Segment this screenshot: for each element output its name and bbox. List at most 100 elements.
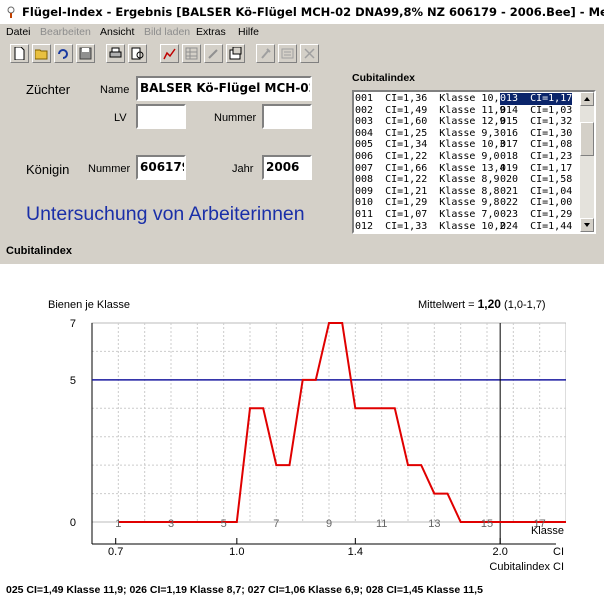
y-tick-label: 0 [70,517,76,529]
save-button[interactable] [76,44,95,63]
menu-hilfe[interactable]: Hilfe [238,24,259,40]
chart-svg: 0571 3 5 7 9 11 13 15 170.7 1.0 1.4 2.0Bienen je Kl… [48,297,566,570]
zuechter-label: Züchter [26,82,71,97]
scroll-down-arrow-icon[interactable] [580,218,594,232]
settings-button[interactable] [226,44,245,63]
y-axis-label: Bienen je Klasse [48,299,130,311]
cubitalindex-chart: 0 5 7 1 3 5 7 9 11 13 15 17 0.7 1.0 1.4 2.0 Bienen je Kl… [0,264,566,570]
edit-icon [208,49,218,59]
ci-tick-label: 0.7 [108,546,123,558]
cubitalindex-column-2: 013 CI=1,17 014 CI=1,03 015 CI=1,32 016 CI=… [500,93,573,233]
cubitalindex-list-item[interactable]: 020 CI=1,58 [500,174,572,186]
cubitalindex-list-item[interactable]: 001 CI=1,36 Klasse 10,6 [355,93,506,105]
table-icon [185,47,198,60]
cubitalindex-list-item[interactable]: 014 CI=1,03 [500,105,572,117]
cubitalindex-list-item[interactable]: 002 CI=1,49 Klasse 11,9 [355,105,506,117]
class-tick-label: 7 [273,518,279,530]
tool-button[interactable] [256,44,275,63]
class-tick-label: 11 [376,518,387,530]
new-file-button[interactable] [10,44,29,63]
cubitalindex-list-item[interactable]: 006 CI=1,22 Klasse 9,0 [355,151,506,163]
menu-extras[interactable]: Extras [196,24,226,40]
cubitalindex-list-item[interactable]: 015 CI=1,32 [500,116,572,128]
save-icon [79,47,92,60]
mean-value: 1,20 [478,297,502,311]
mean-range: (1,0-1,7) [501,299,546,311]
cubitalindex-list-item[interactable]: 004 CI=1,25 Klasse 9,3 [355,128,506,140]
edit-button[interactable] [204,44,223,63]
cubitalindex-list-item[interactable]: 011 CI=1,07 Klasse 7,0 [355,209,506,221]
ci-tick-label: 1.0 [229,546,244,558]
cubitalindex-list-item[interactable]: 016 CI=1,30 [500,128,572,140]
menu-ansicht[interactable]: Ansicht [100,24,134,40]
name-label: Name [100,84,130,96]
class-tick-label: 1 [115,518,121,530]
cubitalindex-listbox[interactable]: 001 CI=1,36 Klasse 10,6 002 CI=1,49 Klass… [352,90,596,234]
cubitalindex-list-label: Cubitalindex [352,72,416,84]
cubitalindex-list-item[interactable]: 021 CI=1,04 [500,186,572,198]
jahr-label: Jahr [232,163,254,175]
cubitalindex-list-item[interactable]: 019 CI=1,17 [500,163,572,175]
class-tick-label: 15 [481,518,493,530]
refresh-icon [58,49,68,59]
class-tick-label: 5 [221,518,227,530]
print-preview-icon [131,47,144,60]
ci-tick-label: 1.4 [348,546,363,558]
class-tick-label: 9 [326,518,332,530]
menu-bild-laden[interactable]: Bild laden [144,24,190,40]
cubitalindex-list-item[interactable]: 010 CI=1,29 Klasse 9,8 [355,197,506,209]
y-tick-label: 5 [70,375,76,387]
open-folder-icon [35,49,48,60]
name-field[interactable]: BALSER Kö-Flügel MCH-02 D [136,76,312,101]
listbox-scrollbar[interactable] [580,92,594,232]
scroll-up-arrow-icon[interactable] [580,92,594,106]
cubitalindex-list-item[interactable]: 024 CI=1,44 [500,221,572,233]
koenigin-label: Königin [26,162,70,177]
nummer-field[interactable] [262,104,312,129]
scrollbar-thumb[interactable] [580,122,594,156]
examination-heading: Untersuchung von Arbeiterinnen [26,203,305,225]
lv-label: LV [114,112,127,124]
table-button[interactable] [182,44,201,63]
mean-prefix: Mittelwert = [418,299,478,311]
cubitalindex-list-item[interactable]: 007 CI=1,66 Klasse 13,4 [355,163,506,175]
cubitalindex-list-item[interactable]: 023 CI=1,29 [500,209,572,221]
main-window: Flügel-Index - Ergebnis [BALSER Kö-Flüge… [0,0,604,264]
ci-axis-label: CI [553,546,564,558]
chart-button[interactable] [160,44,179,63]
new-file-icon [14,47,25,60]
print-preview-button[interactable] [128,44,147,63]
cubitalindex-list-item[interactable]: 003 CI=1,60 Klasse 12,9 [355,116,506,128]
open-button[interactable] [32,44,51,63]
chart-section-label: Cubitalindex [6,245,73,257]
koenigin-nummer-label: Nummer [88,163,131,175]
lv-field[interactable] [136,104,186,129]
cubitalindex-list-item[interactable]: 009 CI=1,21 Klasse 8,8 [355,186,506,198]
window-button[interactable] [278,44,297,63]
menu-datei[interactable]: Datei [6,24,31,40]
cubitalindex-list-item[interactable]: 018 CI=1,23 [500,151,572,163]
close-icon [304,48,315,59]
print-button[interactable] [106,44,125,63]
bee-app-icon [4,3,18,18]
menu-bearbeiten[interactable]: Bearbeiten [40,24,91,40]
cubitalindex-list-item[interactable]: 017 CI=1,08 [500,139,572,151]
cubitalindex-list-item[interactable]: 022 CI=1,00 [500,197,572,209]
toolbar [0,42,360,68]
cubitalindex-list-item[interactable]: 008 CI=1,22 Klasse 8,9 [355,174,506,186]
jahr-field[interactable]: 2006 [262,155,312,180]
cubitalindex-list-item[interactable]: 012 CI=1,33 Klasse 10,2 [355,221,506,233]
koenigin-nummer-field[interactable]: 606179 [136,155,186,180]
y-tick-label: 7 [70,318,76,330]
cubitalindex-list-item[interactable]: 013 CI=1,17 [500,93,573,105]
class-tick-label: 13 [428,518,440,530]
refresh-button[interactable] [54,44,73,63]
class-axis-label: Klasse [531,525,564,537]
bees-per-class-series [118,322,566,523]
mean-label: Mittelwert = 1,20 (1,0-1,7) [418,297,546,311]
close-button[interactable] [300,44,319,63]
chart-icon [163,48,176,60]
footer-entries: 025 CI=1,49 Klasse 11,9; 026 CI=1,19 Kla… [6,584,483,596]
ci-axis-title: Cubitalindex CI [489,561,564,570]
cubitalindex-list-item[interactable]: 005 CI=1,34 Klasse 10,3 [355,139,506,151]
